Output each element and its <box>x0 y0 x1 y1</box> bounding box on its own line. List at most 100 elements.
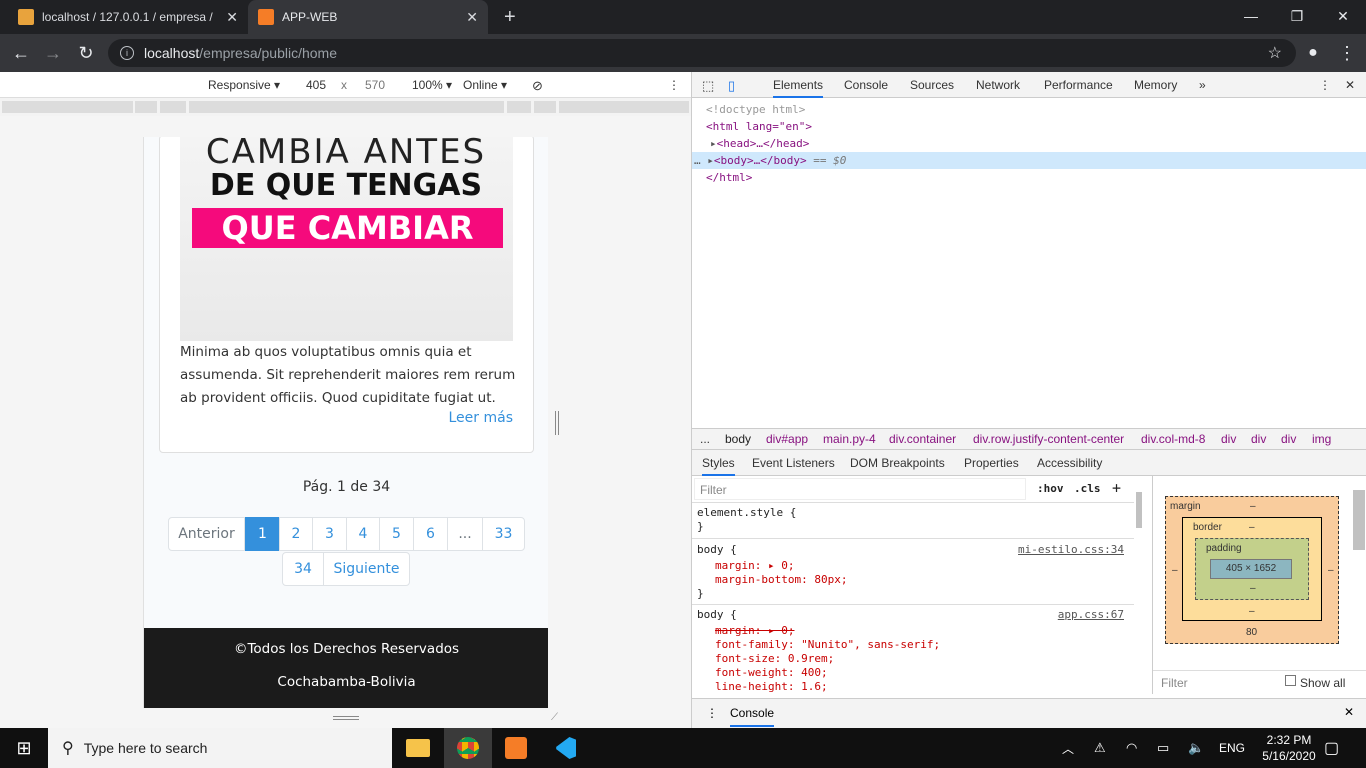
dom-html-open[interactable]: <html lang="en"> <box>706 118 812 135</box>
media-query-segment[interactable] <box>559 101 689 113</box>
close-drawer-icon[interactable]: ✕ <box>1344 705 1354 719</box>
computed-filter-input[interactable]: Filter <box>1161 676 1188 690</box>
more-tabs-button[interactable]: » <box>1199 78 1206 92</box>
rule-selector[interactable]: body { <box>697 608 737 622</box>
breadcrumb-item[interactable]: div#app <box>766 432 808 446</box>
close-icon[interactable]: ✕ <box>466 9 478 26</box>
pagination-page-3[interactable]: 3 <box>312 517 347 551</box>
resize-handle-right[interactable] <box>555 411 559 435</box>
rule-selector[interactable]: body { <box>697 543 737 557</box>
more-options-icon[interactable]: ⋮ <box>668 78 680 92</box>
menu-icon[interactable]: ⋮ <box>1336 43 1358 63</box>
media-query-segment[interactable] <box>507 101 531 113</box>
vscode-icon[interactable] <box>541 728 589 768</box>
drawer-menu-icon[interactable]: ⋮ <box>706 706 718 720</box>
width-input[interactable]: 405 <box>306 78 326 92</box>
show-all-checkbox[interactable] <box>1285 675 1296 686</box>
inspect-icon[interactable]: ⬚ <box>702 78 714 94</box>
css-property[interactable]: margin: ▸ 0; <box>715 559 794 573</box>
minimize-icon[interactable]: — <box>1228 0 1274 32</box>
devtools-menu-icon[interactable]: ⋮ <box>1319 78 1331 92</box>
tab-styles[interactable]: Styles <box>702 456 735 476</box>
read-more-link[interactable]: Leer más <box>449 410 514 426</box>
breadcrumb-item[interactable]: body <box>725 432 751 446</box>
windows-start-icon[interactable]: ⊞ <box>0 728 48 768</box>
add-rule-icon[interactable]: + <box>1112 479 1121 497</box>
tab-phpmyadmin[interactable]: localhost / 127.0.0.1 / empresa / ✕ <box>8 0 248 34</box>
dom-body-selected[interactable]: … ▸<body>…</body> == $0 <box>692 152 1366 169</box>
media-query-segment[interactable] <box>2 101 133 113</box>
tab-app-web[interactable]: APP-WEB ✕ <box>248 0 488 34</box>
tab-accessibility[interactable]: Accessibility <box>1037 456 1102 470</box>
css-property[interactable]: line-height: 1.6; <box>715 680 828 694</box>
rule-selector[interactable]: element.style { <box>697 506 796 520</box>
device-mode-select[interactable]: Responsive ▾ <box>208 78 280 92</box>
breadcrumb-item[interactable]: img <box>1312 432 1331 446</box>
tab-memory[interactable]: Memory <box>1134 78 1177 92</box>
breadcrumb-overflow[interactable]: ... <box>700 432 710 446</box>
rule-source-link[interactable]: mi-estilo.css:34 <box>1018 543 1124 556</box>
battery-warning-icon[interactable]: ⚠ <box>1094 728 1106 768</box>
profile-icon[interactable]: ● <box>1302 43 1324 63</box>
pagination-page-34[interactable]: 34 <box>282 552 324 586</box>
network-select[interactable]: Online ▾ <box>463 78 507 92</box>
device-toggle-icon[interactable]: ▯ <box>728 78 735 94</box>
new-tab-button[interactable]: + <box>494 0 524 34</box>
reload-icon[interactable]: ↻ <box>75 43 97 63</box>
css-property[interactable]: font-family: "Nunito", sans-serif; <box>715 638 940 652</box>
cls-toggle[interactable]: .cls <box>1074 482 1101 495</box>
tab-elements[interactable]: Elements <box>773 78 824 98</box>
breadcrumb-item[interactable]: main.py-4 <box>823 432 876 446</box>
box-model-scrollbar[interactable] <box>1353 490 1365 550</box>
styles-filter-input[interactable]: Filter <box>694 478 1026 500</box>
tab-event-listeners[interactable]: Event Listeners <box>752 456 835 470</box>
forward-icon[interactable]: → <box>42 43 64 63</box>
clock[interactable]: 2:32 PM 5/16/2020 <box>1254 728 1324 768</box>
breadcrumb-item[interactable]: div <box>1281 432 1296 446</box>
css-property[interactable]: font-size: 0.9rem; <box>715 652 834 666</box>
pagination-page-5[interactable]: 5 <box>379 517 414 551</box>
tab-dom-breakpoints[interactable]: DOM Breakpoints <box>850 456 945 470</box>
pagination-page-33[interactable]: 33 <box>482 517 525 551</box>
pagination-page-1[interactable]: 1 <box>245 517 280 551</box>
language-indicator[interactable]: ENG <box>1219 728 1245 768</box>
breadcrumb-item[interactable]: div <box>1251 432 1266 446</box>
restore-icon[interactable]: ❐ <box>1274 0 1320 32</box>
taskbar-search[interactable]: ⚲ Type here to search <box>48 728 392 768</box>
pagination-page-4[interactable]: 4 <box>346 517 380 551</box>
dom-html-close[interactable]: </html> <box>706 169 752 186</box>
dom-head[interactable]: ▸<head>…</head> <box>710 135 809 152</box>
breadcrumb-item[interactable]: div <box>1221 432 1236 446</box>
drawer-tab-console[interactable]: Console <box>730 706 775 727</box>
rotate-icon[interactable]: ⊘ <box>532 78 543 94</box>
styles-scrollbar[interactable] <box>1136 492 1142 528</box>
file-explorer-icon[interactable] <box>394 728 442 768</box>
zoom-select[interactable]: 100% ▾ <box>412 78 452 92</box>
resize-corner-icon[interactable]: ⟋ <box>551 712 558 723</box>
css-property[interactable]: font-weight: 400; <box>715 666 828 680</box>
pagination-page-6[interactable]: 6 <box>413 517 448 551</box>
breadcrumb-item[interactable]: div.col-md-8 <box>1141 432 1205 446</box>
media-query-segment[interactable] <box>135 101 157 113</box>
xampp-icon[interactable] <box>492 728 540 768</box>
height-input[interactable]: 570 <box>365 78 385 92</box>
info-icon[interactable]: i <box>120 46 134 60</box>
media-query-bar[interactable] <box>0 98 691 116</box>
css-property[interactable]: margin-bottom: 80px; <box>715 573 847 587</box>
box-model-border[interactable]: border – – padding – 405 × 1652 <box>1182 517 1322 621</box>
chrome-icon[interactable] <box>444 728 492 768</box>
css-property-overridden[interactable]: margin: ▸ 0; <box>715 624 794 638</box>
tab-network[interactable]: Network <box>976 78 1020 92</box>
breadcrumb-item[interactable]: div.container <box>889 432 956 446</box>
pagination-prev[interactable]: Anterior <box>168 517 245 551</box>
media-query-segment[interactable] <box>189 101 504 113</box>
bookmark-star-icon[interactable]: ☆ <box>1268 43 1282 63</box>
close-devtools-icon[interactable]: ✕ <box>1345 78 1355 92</box>
battery-icon[interactable]: ▭ <box>1157 728 1169 768</box>
box-model-content[interactable]: 405 × 1652 <box>1210 559 1292 579</box>
close-window-icon[interactable]: ✕ <box>1320 0 1366 32</box>
breadcrumb-item[interactable]: div.row.justify-content-center <box>973 432 1124 446</box>
rule-source-link[interactable]: app.css:67 <box>1058 608 1124 621</box>
address-bar[interactable]: i localhost/empresa/public/home ☆ <box>108 39 1296 67</box>
media-query-segment[interactable] <box>534 101 556 113</box>
